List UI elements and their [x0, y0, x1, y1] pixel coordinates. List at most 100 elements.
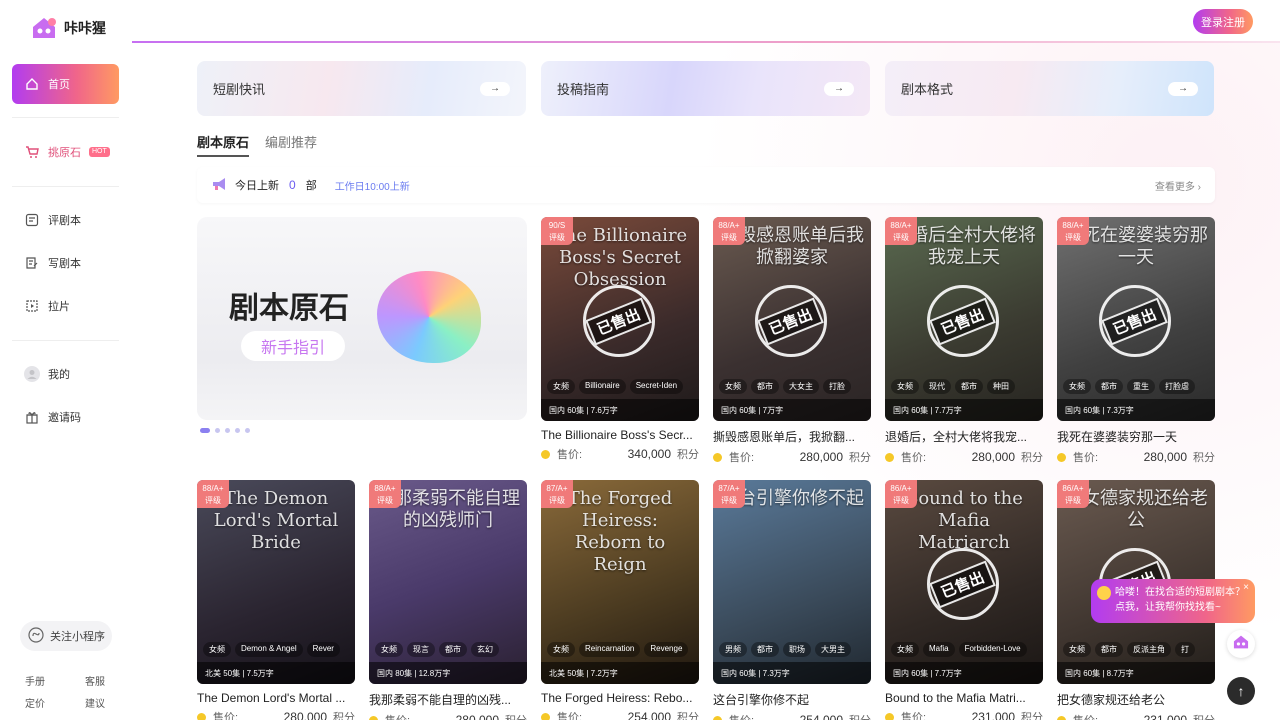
carousel-dot[interactable]	[200, 428, 210, 433]
tab-script-stone[interactable]: 剧本原石	[197, 132, 250, 157]
banner-format[interactable]: 剧本格式 →	[885, 61, 1214, 116]
sold-out-stamp: 已售出	[755, 285, 827, 357]
sidebar-item-invite[interactable]: 邀请码	[12, 397, 119, 437]
script-card[interactable]: The Demon Lord's Mortal Bride 88/A+ 评级 女…	[197, 480, 355, 720]
price-label: 售价:	[901, 712, 927, 720]
price-label: 售价:	[1073, 712, 1098, 720]
sidebar-divider	[12, 186, 119, 187]
content-tabs: 剧本原石 编剧推荐	[197, 132, 317, 157]
banner-news[interactable]: 短剧快讯 →	[197, 61, 526, 116]
script-card[interactable]: 这台引擎你修不起 87/A+ 评级 男频 都市 职场 大男主 国内 60集 | 7.3…	[713, 480, 871, 720]
sidebar-item-review[interactable]: 评剧本	[12, 200, 119, 240]
genre-tag: 都市	[1095, 642, 1123, 657]
sidebar-item-label: 拉片	[48, 301, 70, 313]
view-more-link[interactable]: 查看更多 ›	[1155, 178, 1201, 193]
sidebar-item-label: 写剧本	[48, 258, 81, 270]
sidebar-item-label: 挑原石	[48, 147, 81, 159]
tab-writer-recommend[interactable]: 编剧推荐	[265, 132, 317, 157]
card-meta: 国内 60集 | 7.7万字	[885, 399, 1043, 421]
genre-tag: 都市	[751, 379, 779, 394]
price-row: 售价: 254,000 积分	[541, 709, 699, 720]
card-cover[interactable]: 退婚后全村大佬将我宠上天 88/A+ 评级 已售出 女频 现代 都市 种田 国内 60…	[885, 217, 1043, 421]
footer-service-link[interactable]: 客服	[85, 673, 105, 688]
footer-manual-link[interactable]: 手册	[25, 673, 45, 688]
carousel-dot[interactable]	[245, 428, 250, 433]
card-title[interactable]: 我死在婆婆装穷那一天	[1057, 428, 1215, 445]
card-cover[interactable]: 我那柔弱不能自理的凶残师门 88/A+ 评级 女频 现言 都市 玄幻 国内 80集 |…	[369, 480, 527, 684]
hero-guide-button[interactable]: 新手指引	[241, 331, 345, 361]
price-value: 280,000	[455, 713, 499, 720]
sidebar-item-home[interactable]: 首页	[12, 64, 119, 104]
carousel-dot[interactable]	[215, 428, 220, 433]
tag-list: 女频 都市 大女主 打脸	[719, 379, 851, 394]
sold-out-stamp: 已售出	[927, 548, 999, 620]
sidebar-item-mine[interactable]: 我的	[12, 354, 119, 394]
card-title[interactable]: 退婚后，全村大佬将我宠...	[885, 428, 1043, 445]
price-value: 280,000	[283, 710, 327, 720]
login-register-button[interactable]: 登录注册	[1193, 9, 1253, 34]
logo[interactable]: 咔咔猩	[30, 16, 106, 40]
sold-out-label: 已售出	[929, 297, 997, 345]
grade-value: 90/S	[548, 221, 566, 230]
assistant-avatar-button[interactable]	[1227, 630, 1255, 658]
script-card[interactable]: Bound to the Mafia Matriarch 86/A+ 评级 已售…	[885, 480, 1043, 720]
grade-value: 86/A+	[1062, 484, 1084, 493]
coin-icon	[1057, 715, 1066, 720]
card-meta: 国内 60集 | 7.3万字	[1057, 399, 1215, 421]
card-title[interactable]: The Forged Heiress: Rebo...	[541, 691, 699, 705]
card-cover[interactable]: 我死在婆婆装穷那一天 88/A+ 评级 已售出 女频 都市 重生 打脸虐 国内 60集…	[1057, 217, 1215, 421]
script-card[interactable]: 撕毁感恩账单后我掀翻婆家 88/A+ 评级 已售出 女频 都市 大女主 打脸 国内 6…	[713, 217, 871, 465]
close-icon[interactable]: ×	[1243, 580, 1249, 595]
sidebar-item-pick[interactable]: 挑原石 HOT	[12, 132, 119, 172]
card-title[interactable]: Bound to the Mafia Matri...	[885, 691, 1043, 705]
grade-value: 86/A+	[890, 484, 912, 493]
card-meta: 国内 60集 | 8.7万字	[1057, 662, 1215, 684]
script-card[interactable]: 退婚后全村大佬将我宠上天 88/A+ 评级 已售出 女频 现代 都市 种田 国内 60…	[885, 217, 1043, 465]
card-meta: 国内 60集 | 7.6万字	[541, 399, 699, 421]
script-card[interactable]: The Billionaire Boss's Secret Obsession …	[541, 217, 699, 462]
tag-list: 女频 现言 都市 玄幻	[375, 642, 499, 657]
card-title[interactable]: 这台引擎你修不起	[713, 691, 871, 708]
grade-label: 评级	[893, 233, 909, 242]
card-cover[interactable]: 撕毁感恩账单后我掀翻婆家 88/A+ 评级 已售出 女频 都市 大女主 打脸 国内 6…	[713, 217, 871, 421]
tag-list: 女频 都市 反派主角打	[1063, 642, 1195, 657]
card-cover[interactable]: The Forged Heiress: Reborn to Reign 87/A…	[541, 480, 699, 684]
sidebar-item-write[interactable]: 写剧本	[12, 243, 119, 283]
sidebar-item-label: 评剧本	[48, 215, 81, 227]
genre-tag: 女频	[547, 379, 575, 394]
footer-pricing-link[interactable]: 定价	[25, 695, 45, 710]
carousel-dot[interactable]	[235, 428, 240, 433]
card-title[interactable]: 把女德家规还给老公	[1057, 691, 1215, 708]
card-cover[interactable]: The Billionaire Boss's Secret Obsession …	[541, 217, 699, 421]
card-cover[interactable]: Bound to the Mafia Matriarch 86/A+ 评级 已售…	[885, 480, 1043, 684]
grade-value: 87/A+	[546, 484, 568, 493]
coin-icon	[713, 452, 722, 462]
card-title[interactable]: 撕毁感恩账单后，我掀翻...	[713, 428, 871, 445]
cart-icon	[24, 144, 40, 160]
card-title[interactable]: The Billionaire Boss's Secr...	[541, 428, 699, 442]
mini-program-button[interactable]: 关注小程序	[20, 621, 112, 651]
hero-banner[interactable]: 剧本原石 新手指引	[197, 217, 527, 420]
script-card[interactable]: 我死在婆婆装穷那一天 88/A+ 评级 已售出 女频 都市 重生 打脸虐 国内 60集…	[1057, 217, 1215, 465]
banner-guide[interactable]: 投稿指南 →	[541, 61, 870, 116]
card-title[interactable]: 我那柔弱不能自理的凶残...	[369, 691, 527, 708]
smile-emoji-icon	[1097, 586, 1111, 600]
grade-badge: 86/A+ 评级	[1057, 480, 1089, 508]
assistant-bubble[interactable]: 哈喽！在找合适的短剧剧本？ 点我，让我帮你找找看~ ×	[1091, 579, 1255, 623]
card-cover[interactable]: 这台引擎你修不起 87/A+ 评级 男频 都市 职场 大男主 国内 60集 | 7.3…	[713, 480, 871, 684]
back-to-top-button[interactable]: ↑	[1227, 677, 1255, 705]
card-meta: 北美 50集 | 7.5万字	[197, 662, 355, 684]
genre-tag: 大男主	[815, 642, 851, 657]
price-unit: 积分	[1021, 452, 1043, 464]
card-cover[interactable]: The Demon Lord's Mortal Bride 88/A+ 评级 女…	[197, 480, 355, 684]
carousel-dot[interactable]	[225, 428, 230, 433]
script-card[interactable]: 我那柔弱不能自理的凶残师门 88/A+ 评级 女频 现言 都市 玄幻 国内 80集 |…	[369, 480, 527, 720]
footer-suggest-link[interactable]: 建议	[85, 695, 105, 710]
sidebar-item-label: 首页	[48, 79, 70, 91]
sidebar-item-film[interactable]: 拉片	[12, 286, 119, 326]
price-label: 售价:	[557, 712, 583, 720]
card-title[interactable]: The Demon Lord's Mortal ...	[197, 691, 355, 705]
script-card[interactable]: The Forged Heiress: Reborn to Reign 87/A…	[541, 480, 699, 720]
crystal-stone-graphic	[377, 271, 481, 363]
price-unit: 积分	[677, 712, 699, 720]
